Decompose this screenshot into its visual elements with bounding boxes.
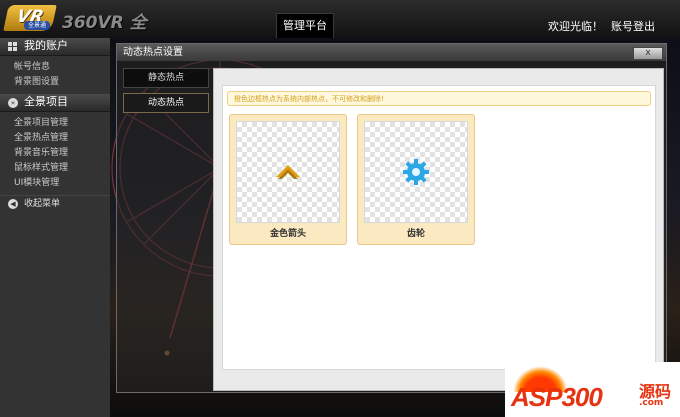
- logo: VR 全景通 360VR 全景通: [3, 5, 156, 58]
- hotspot-label: 齿轮: [406, 229, 425, 239]
- collapse-label: 收起菜单: [24, 199, 61, 209]
- watermark-domain: .com: [639, 398, 664, 408]
- welcome-text: 欢迎光临！: [548, 20, 603, 33]
- sidebar-item-account-info[interactable]: 帐号信息: [0, 60, 110, 75]
- logout-link[interactable]: 账号登出: [611, 18, 655, 34]
- hotspot-list-area: 橙色边框热点为系统内部热点，不可修改和删除! 金色箭头 齿轮: [222, 85, 656, 370]
- close-button[interactable]: x: [633, 47, 663, 60]
- tab-dynamic-hotspot[interactable]: 动态热点: [123, 93, 209, 113]
- sidebar-item-background-settings[interactable]: 背景图设置: [0, 75, 110, 90]
- hotspot-panel: 橙色边框热点为系统内部热点，不可修改和删除! 金色箭头 齿轮: [213, 68, 664, 391]
- gear-icon: [403, 159, 429, 185]
- tab-static-hotspot[interactable]: 静态热点: [123, 68, 209, 88]
- nav-tab-admin[interactable]: 管理平台: [276, 13, 334, 39]
- sidebar-item-project-manage[interactable]: 全景项目管理: [0, 116, 110, 131]
- dialog-tabs: 静态热点 动态热点: [123, 68, 211, 118]
- collapse-menu-button[interactable]: ◀ 收起菜单: [0, 195, 110, 213]
- sidebar-item-hotspot-manage[interactable]: 全景热点管理: [0, 131, 110, 146]
- hotspot-card[interactable]: 齿轮: [357, 114, 475, 245]
- dialog-title: 动态热点设置: [123, 47, 183, 58]
- top-bar: VR 全景通 360VR 全景通 管理平台 欢迎光临！ 账号登出: [0, 0, 680, 58]
- hotspot-label: 金色箭头: [269, 229, 306, 239]
- sidebar-item-cursor-manage[interactable]: 鼠标样式管理: [0, 161, 110, 176]
- sidebar: 我的账户 帐号信息 背景图设置 » 全景项目 全景项目管理 全景热点管理 背景音…: [0, 38, 110, 417]
- watermark-text: ASP300: [511, 382, 603, 412]
- sidebar-item-music-manage[interactable]: 背景音乐管理: [0, 146, 110, 161]
- hotspot-thumbnail: [236, 121, 340, 223]
- gold-arrow-icon: [276, 165, 300, 179]
- grid-icon: [8, 42, 17, 51]
- logo-sub: 全景通: [24, 21, 50, 30]
- sidebar-item-ui-module-manage[interactable]: UI模块管理: [0, 176, 110, 191]
- dialog-title-bar[interactable]: 动态热点设置 x: [117, 44, 666, 61]
- watermark-logo: ASP300 源码 .com: [505, 362, 680, 417]
- hotspot-dialog: 动态热点设置 x 静态热点 动态热点 橙色边框热点为系统内部热点，不可修改和删除…: [116, 43, 667, 393]
- arrow-left-icon: ◀: [8, 199, 18, 209]
- hotspot-thumbnail: [364, 121, 468, 223]
- notice-banner: 橙色边框热点为系统内部热点，不可修改和删除!: [227, 91, 651, 106]
- sidebar-section-account[interactable]: 我的账户: [0, 38, 110, 56]
- hotspot-card[interactable]: 金色箭头: [229, 114, 347, 245]
- section-title: 全景项目: [24, 95, 68, 108]
- sidebar-section-projects[interactable]: » 全景项目: [0, 94, 110, 112]
- double-chevron-icon: »: [8, 98, 18, 108]
- section-title: 我的账户: [24, 39, 68, 52]
